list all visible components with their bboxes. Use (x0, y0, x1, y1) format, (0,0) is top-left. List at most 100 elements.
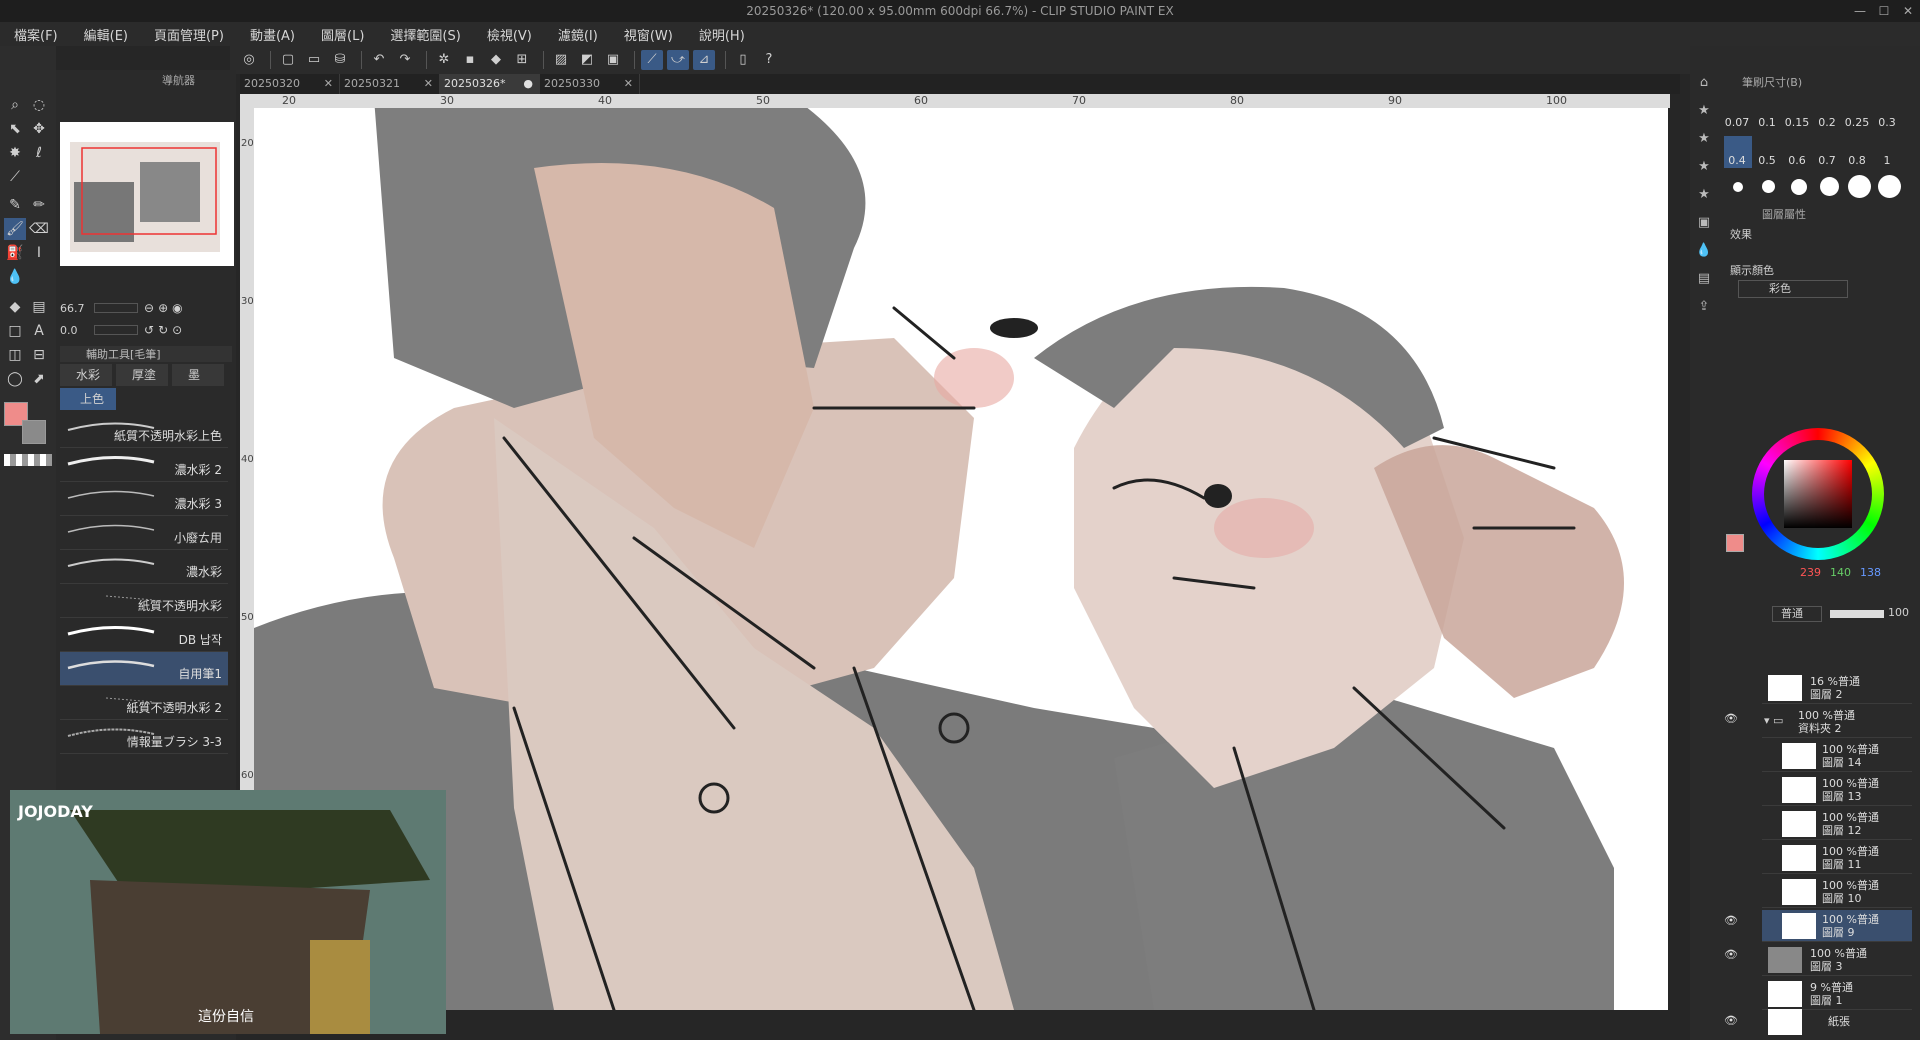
close-tab-icon[interactable]: ✕ (624, 74, 633, 94)
fit-icon[interactable]: ◉ (172, 301, 182, 315)
group-ink[interactable]: 墨 (172, 364, 224, 386)
angle-slider[interactable] (94, 325, 138, 335)
reset-rotation-icon[interactable]: ⊙ (172, 323, 182, 337)
rotate-right-icon[interactable]: ↻ (158, 323, 168, 337)
layer-row[interactable]: 100 %普通 圖層 11 (1762, 842, 1912, 874)
menu-help[interactable]: 說明(H) (699, 25, 745, 44)
sub-color-swatch[interactable] (22, 420, 46, 444)
opacity-slider[interactable] (1830, 610, 1884, 618)
star-icon[interactable]: ★ (1693, 184, 1715, 206)
brush-item[interactable]: 情報量ブラシ 3-3 (60, 720, 228, 754)
menu-selection[interactable]: 選擇範圍(S) (390, 25, 460, 44)
navigator-tab[interactable]: 導航器 (62, 72, 232, 88)
menu-view[interactable]: 檢視(V) (487, 25, 532, 44)
red-value[interactable]: 239 (1800, 566, 1821, 579)
layer-row[interactable]: 100 %普通 圖層 3 (1762, 944, 1912, 976)
clear-icon[interactable]: ▪ (459, 50, 481, 70)
brush-item[interactable]: 紙質不透明水彩 2 (60, 686, 228, 720)
correct-line-icon[interactable]: ⬈ (28, 368, 50, 390)
eye-icon[interactable]: 👁 (1724, 1014, 1738, 1028)
material-icon[interactable]: ⌂ (1693, 72, 1715, 94)
lasso-icon[interactable]: ℓ (28, 142, 50, 164)
deselect-icon[interactable]: ▣ (602, 50, 624, 70)
zoom-value[interactable]: 66.7 (60, 302, 94, 315)
navigator-preview[interactable] (60, 122, 234, 266)
brush-size[interactable]: 0.15 (1782, 116, 1812, 129)
brush-item-selected[interactable]: 自用筆1 (60, 652, 228, 686)
brush-size-dot[interactable] (1733, 182, 1743, 192)
menu-file[interactable]: 檔案(F) (14, 25, 58, 44)
lasso-select-icon[interactable]: ◌ (28, 94, 50, 116)
brush-size-dot[interactable] (1878, 175, 1901, 198)
star-icon[interactable]: ★ (1693, 156, 1715, 178)
rotate-left-icon[interactable]: ↺ (144, 323, 154, 337)
brush-size[interactable]: 0.3 (1872, 116, 1902, 129)
eraser-icon[interactable]: ⌫ (28, 218, 50, 240)
brush-size[interactable]: 0.6 (1782, 154, 1812, 167)
move-icon[interactable]: ✥ (28, 118, 50, 140)
brush-size-dot[interactable] (1762, 180, 1775, 193)
image-icon[interactable]: ▣ (1693, 212, 1715, 234)
brush-size[interactable]: 0.4 (1722, 154, 1752, 167)
menu-page[interactable]: 頁面管理(P) (154, 25, 224, 44)
brush-item[interactable]: 濃水彩 3 (60, 482, 228, 516)
export-icon[interactable]: ⇪ (1693, 296, 1715, 318)
brush-size[interactable]: 0.8 (1842, 154, 1872, 167)
zoom-icon[interactable]: ⌕ (4, 94, 26, 116)
blend-mode-select[interactable]: 普通 (1772, 606, 1822, 622)
layer-row[interactable]: 100 %普通 圖層 12 (1762, 808, 1912, 840)
snap-grid-icon[interactable]: ⊿ (693, 50, 715, 70)
tab-20250330[interactable]: 20250330 ✕ (540, 74, 640, 94)
brush-item[interactable]: DB 납작 (60, 618, 228, 652)
pencil-icon[interactable]: ✏ (28, 194, 50, 216)
figure-icon[interactable]: □ (4, 320, 26, 342)
snap-ruler-icon[interactable]: ⟋ (641, 50, 663, 70)
brush-size-dot[interactable] (1820, 177, 1839, 196)
fill-icon[interactable]: ◆ (485, 50, 507, 70)
device-icon[interactable]: ▯ (732, 50, 754, 70)
brush-size[interactable]: 0.7 (1812, 154, 1842, 167)
text-icon[interactable]: A (28, 320, 50, 342)
display-color-select[interactable]: 彩色 (1738, 280, 1848, 298)
menu-window[interactable]: 視窗(W) (624, 25, 673, 44)
transparent-color-swatch[interactable] (4, 454, 52, 466)
star-icon[interactable]: ★ (1693, 128, 1715, 150)
invert-icon[interactable]: ◩ (576, 50, 598, 70)
zoom-in-icon[interactable]: ⊕ (158, 301, 168, 315)
ruler-icon[interactable]: ⊟ (28, 344, 50, 366)
opacity-value[interactable]: 100 (1888, 606, 1909, 619)
layer-folder[interactable]: ▾ ▭ 100 %普通 資料夾 2 (1762, 706, 1912, 738)
brush-size[interactable]: 0.5 (1752, 154, 1782, 167)
minimize-button[interactable]: — (1848, 0, 1872, 22)
group-oil[interactable]: 厚塗 (116, 364, 168, 386)
menu-filter[interactable]: 濾鏡(I) (558, 25, 598, 44)
current-color-swatch[interactable] (1726, 534, 1744, 552)
saturation-square[interactable] (1784, 460, 1852, 528)
close-button[interactable]: ✕ (1896, 0, 1920, 22)
layer-row[interactable]: 100 %普通 圖層 13 (1762, 774, 1912, 806)
menu-edit[interactable]: 編輯(E) (84, 25, 128, 44)
eyedropper-icon[interactable]: ⟋ (4, 166, 26, 188)
brush-item[interactable]: 濃水彩 (60, 550, 228, 584)
brush-size[interactable]: 1 (1872, 154, 1902, 167)
tab-20250320[interactable]: 20250320 ✕ (240, 74, 340, 94)
layer-row[interactable]: 100 %普通 圖層 10 (1762, 876, 1912, 908)
brush-size[interactable]: 0.1 (1752, 116, 1782, 129)
transform-icon[interactable]: ⊞ (511, 50, 533, 70)
layer-row[interactable]: 100 %普通 圖層 14 (1762, 740, 1912, 772)
menu-layer[interactable]: 圖層(L) (321, 25, 364, 44)
calendar-icon[interactable]: ▤ (1693, 268, 1715, 290)
new-file-icon[interactable]: ▢ (277, 50, 299, 70)
eye-icon[interactable]: 👁 (1724, 914, 1738, 928)
brush-size[interactable]: 0.25 (1842, 116, 1872, 129)
tab-20250326[interactable]: 20250326* ● (440, 74, 540, 94)
eye-icon[interactable]: 👁 (1724, 948, 1738, 962)
loading-icon[interactable]: ✲ (433, 50, 455, 70)
save-icon[interactable]: ⛁ (329, 50, 351, 70)
blue-value[interactable]: 138 (1860, 566, 1881, 579)
object-select-icon[interactable]: ⬉ (4, 118, 26, 140)
modified-dot-icon[interactable]: ● (523, 74, 533, 94)
green-value[interactable]: 140 (1830, 566, 1851, 579)
angle-value[interactable]: 0.0 (60, 324, 94, 337)
snap-special-icon[interactable]: ⤻ (667, 50, 689, 70)
